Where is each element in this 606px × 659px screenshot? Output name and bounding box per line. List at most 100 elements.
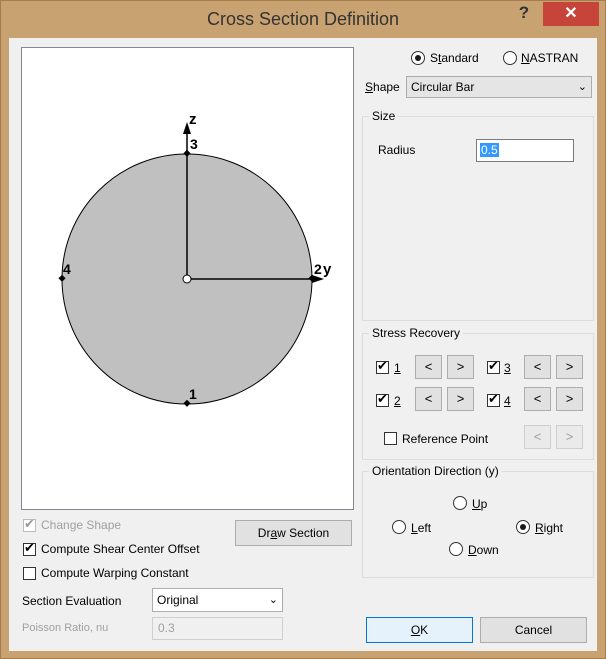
stress-point-3-prev-button[interactable]: < <box>524 355 551 379</box>
orientation-group-title: Orientation Direction (y) <box>369 464 502 478</box>
orientation-up-radio[interactable] <box>453 496 467 510</box>
ok-button[interactable]: OK <box>366 617 473 643</box>
orientation-up-mnemonic: U <box>472 497 481 511</box>
orientation-down-label[interactable]: Down <box>468 543 499 557</box>
origin-marker <box>182 274 192 284</box>
chevron-down-icon: ⌄ <box>577 81 587 93</box>
reference-point-prev-button[interactable]: < <box>524 425 551 449</box>
y-axis-label: y <box>323 261 332 278</box>
stress-point-2-next-button[interactable]: > <box>447 387 474 411</box>
shape-label-mnemonic: S <box>365 80 374 94</box>
dialog-body: z 3 2 y 4 1 Standard NASTRAN Shape Circu… <box>9 38 597 651</box>
size-group-title: Size <box>369 109 399 123</box>
shape-dropdown-value: Circular Bar <box>411 80 475 94</box>
stress-point-3-label[interactable]: 3 <box>504 361 511 375</box>
stress-point-2-label[interactable]: 2 <box>394 394 401 408</box>
section-evaluation-label: Section Evaluation <box>22 594 122 608</box>
warping-constant-checkbox[interactable] <box>23 567 36 580</box>
shear-center-label[interactable]: Compute Shear Center Offset <box>41 542 200 556</box>
point-4-label: 4 <box>63 261 71 277</box>
orientation-down-mnemonic: D <box>468 543 477 557</box>
shape-label: Shape <box>365 80 400 94</box>
reference-point-checkbox[interactable] <box>384 432 397 445</box>
draw-section-button[interactable]: Draw Section <box>235 520 352 546</box>
nastran-radio[interactable] <box>503 51 517 65</box>
shape-dropdown[interactable]: Circular Bar ⌄ <box>406 76 592 98</box>
z-axis-label: z <box>189 111 197 128</box>
orientation-left-label[interactable]: Left <box>411 521 431 535</box>
orientation-right-rest: ight <box>543 521 564 535</box>
stress-point-4-next-button[interactable]: > <box>556 387 583 411</box>
stress-point-1-prev-button[interactable]: < <box>415 355 442 379</box>
section-evaluation-value: Original <box>157 593 199 607</box>
section-drawing: z 3 2 y 4 1 <box>58 111 332 407</box>
ok-button-mnemonic: O <box>410 623 421 637</box>
cancel-button[interactable]: Cancel <box>480 617 587 643</box>
orientation-up-label[interactable]: Up <box>472 497 487 511</box>
section-evaluation-dropdown[interactable]: Original ⌄ <box>152 588 283 612</box>
point-3-label: 3 <box>190 136 198 152</box>
warping-constant-label[interactable]: Compute Warping Constant <box>41 566 189 580</box>
stress-point-1-next-button[interactable]: > <box>447 355 474 379</box>
standard-radio-dot <box>415 55 421 61</box>
poisson-ratio-label: Poisson Ratio, nu <box>22 622 109 634</box>
ok-button-rest: K <box>420 623 429 637</box>
stress-point-4-checkbox[interactable]: ✔ <box>487 391 500 407</box>
title-bar[interactable]: Cross Section Definition ? ✕ <box>1 1 605 38</box>
point-1-label: 1 <box>189 386 197 402</box>
stress-point-3-next-button[interactable]: > <box>556 355 583 379</box>
standard-label-post: andard <box>441 51 479 65</box>
standard-radio[interactable] <box>411 51 425 65</box>
check-icon: ✔ <box>488 358 499 373</box>
poisson-ratio-value: 0.3 <box>158 621 175 635</box>
stress-point-3-checkbox[interactable]: ✔ <box>487 358 500 374</box>
orientation-down-rest: own <box>476 543 499 557</box>
draw-section-label-pre: Dr <box>257 526 271 540</box>
check-icon: ✔ <box>377 358 388 373</box>
standard-label[interactable]: Standard <box>430 51 479 65</box>
shear-center-checkbox[interactable]: ✔ <box>23 540 36 556</box>
orientation-up-rest: p <box>480 497 488 511</box>
shape-label-rest: hape <box>373 80 400 94</box>
radius-input-value: 0.5 <box>480 143 499 157</box>
size-group: Size Radius 0.5 <box>362 109 594 321</box>
close-button[interactable]: ✕ <box>543 2 599 26</box>
orientation-right-radio-dot <box>520 524 526 530</box>
stress-point-4-prev-button[interactable]: < <box>524 387 551 411</box>
dialog-window: Cross Section Definition ? ✕ z 3 2 y 4 1… <box>0 0 606 659</box>
orientation-left-rest: eft <box>417 521 432 535</box>
nastran-label-mnemonic: N <box>521 51 530 65</box>
point-2-label: 2 <box>314 261 322 277</box>
stress-point-1-checkbox[interactable]: ✔ <box>376 358 389 374</box>
stress-point-2-checkbox[interactable]: ✔ <box>376 391 389 407</box>
reference-point-label[interactable]: Reference Point <box>402 432 488 446</box>
orientation-left-mnemonic: L <box>411 521 418 535</box>
chevron-down-icon: ⌄ <box>268 594 278 606</box>
check-icon: ✔ <box>488 391 499 406</box>
orientation-left-radio[interactable] <box>392 520 406 534</box>
stress-point-2-prev-button[interactable]: < <box>415 387 442 411</box>
orientation-down-radio[interactable] <box>449 542 463 556</box>
poisson-ratio-input[interactable]: 0.3 <box>152 617 283 640</box>
orientation-right-mnemonic: R <box>535 521 544 535</box>
stress-point-4-label[interactable]: 4 <box>504 394 511 408</box>
orientation-right-radio[interactable] <box>516 520 530 534</box>
draw-section-label-post: w Section <box>277 526 330 540</box>
check-icon: ✔ <box>377 391 388 406</box>
change-shape-label[interactable]: Change Shape <box>41 518 121 532</box>
orientation-group: Orientation Direction (y) Up Left Right … <box>362 464 594 578</box>
stress-recovery-group: Stress Recovery ✔ 1 < > ✔ 3 < > ✔ 2 < > … <box>362 326 594 460</box>
change-shape-checkbox[interactable]: ✔ <box>23 516 36 532</box>
stress-recovery-title: Stress Recovery <box>369 326 464 340</box>
radius-label: Radius <box>378 143 416 157</box>
check-icon: ✔ <box>24 540 35 555</box>
nastran-label[interactable]: NASTRAN <box>521 51 578 65</box>
section-preview: z 3 2 y 4 1 <box>21 47 354 510</box>
orientation-right-label[interactable]: Right <box>535 521 563 535</box>
standard-label-pre: S <box>430 51 439 65</box>
check-icon: ✔ <box>24 516 35 531</box>
reference-point-next-button[interactable]: > <box>556 425 583 449</box>
radius-input[interactable]: 0.5 <box>476 139 574 162</box>
stress-point-1-label[interactable]: 1 <box>394 361 401 375</box>
help-button[interactable]: ? <box>509 3 539 25</box>
